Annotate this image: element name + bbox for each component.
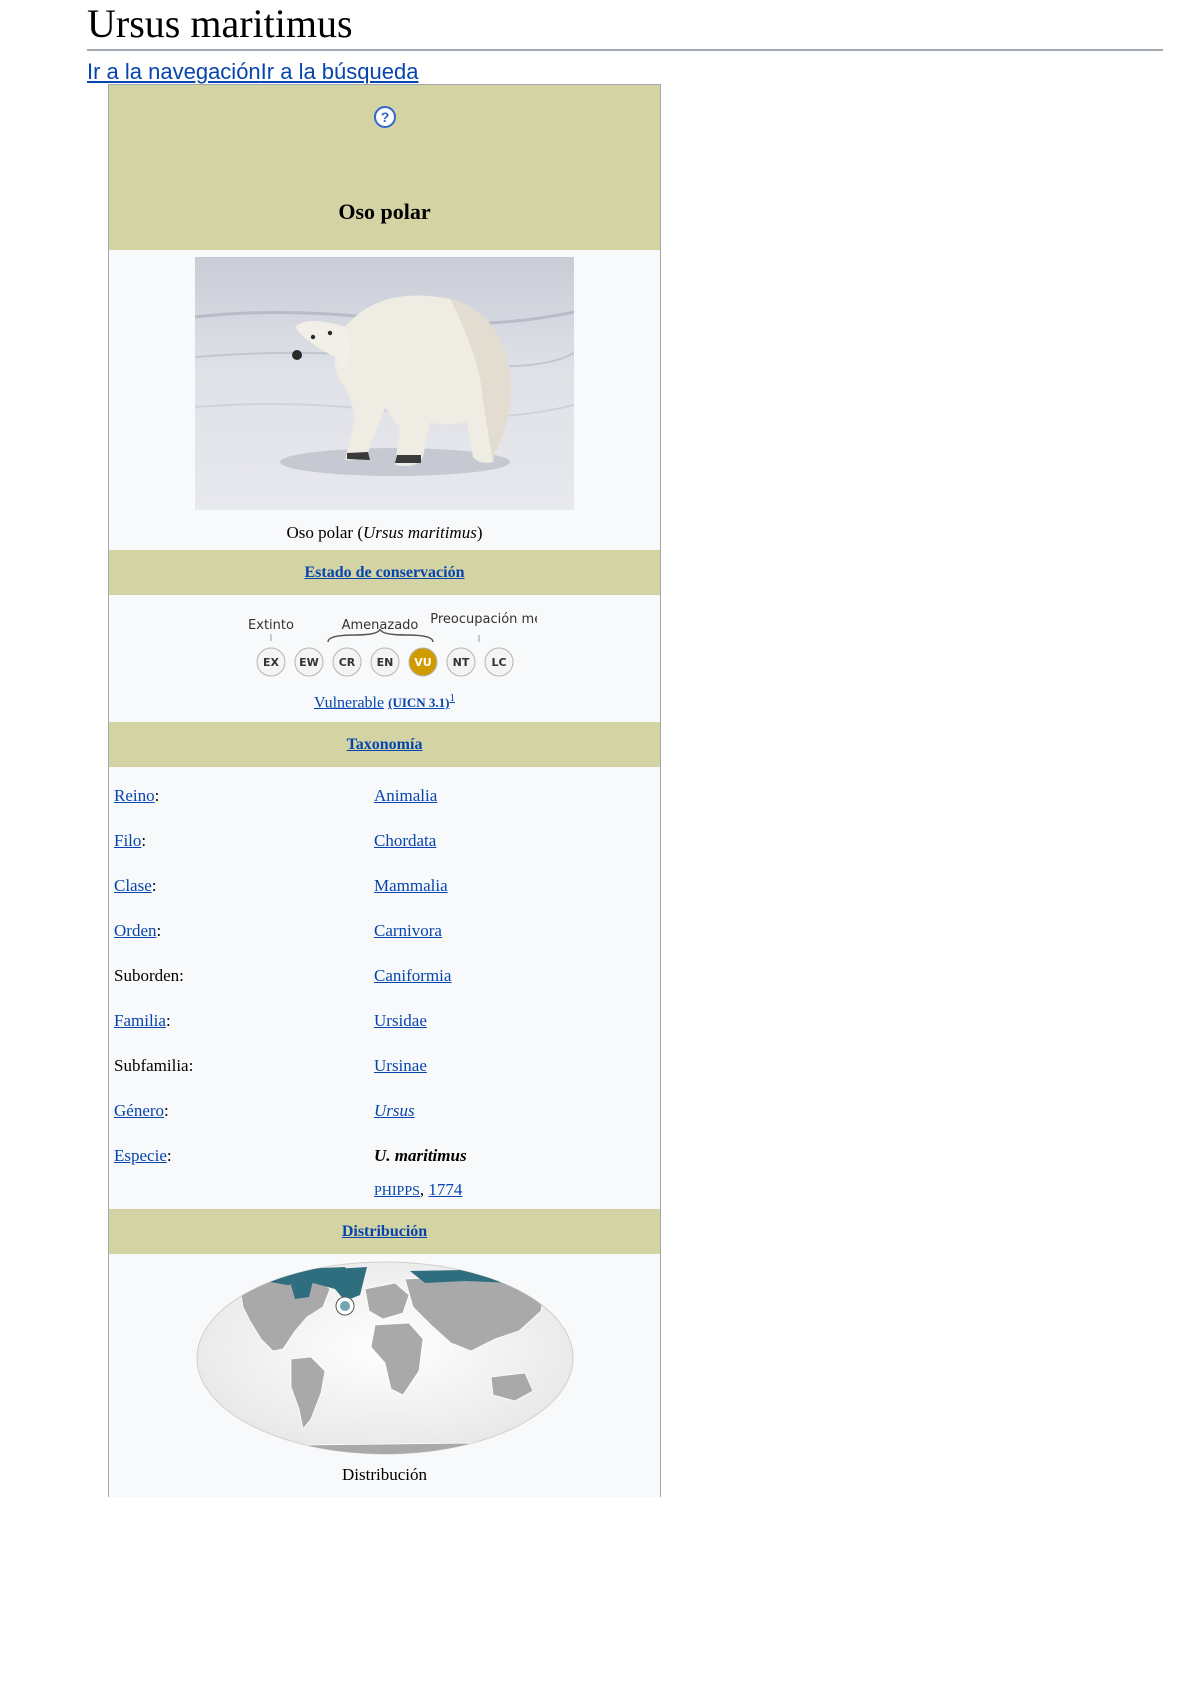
binomial-name: U. maritimus <box>374 1146 467 1165</box>
infobox-title-band: ? Oso polar <box>109 85 660 250</box>
taxonomy-row-especie: Especie: U. maritimus <box>114 1146 467 1165</box>
rank-clase-link[interactable]: Clase <box>114 876 152 895</box>
taxonomy-row-reino: Reino: Animalia <box>114 786 438 805</box>
taxonomy-row-subfamilia: Subfamilia: Ursinae <box>114 1056 427 1075</box>
skip-links: Ir a la navegaciónIr a la búsqueda <box>87 58 418 86</box>
rank-genero-link[interactable]: Género <box>114 1101 164 1120</box>
svg-text:EW: EW <box>299 656 319 669</box>
taxonomy-row-suborden: Suborden: Caniformia <box>114 966 452 985</box>
iucn-group-extinct: Extinto <box>248 618 294 633</box>
iucn-status-scale[interactable]: Extinto Amenazado Preocupación menor EX … <box>237 609 537 689</box>
skip-to-navigation-link[interactable]: Ir a la navegación <box>87 59 261 84</box>
svg-text:?: ? <box>381 109 390 125</box>
value-ursidae-link[interactable]: Ursidae <box>374 1011 427 1030</box>
value-animalia-link[interactable]: Animalia <box>374 786 437 805</box>
value-carnivora-link[interactable]: Carnivora <box>374 921 442 940</box>
svg-text:NT: NT <box>453 656 470 669</box>
map-caption: Distribución <box>342 1465 427 1484</box>
taxonomy-row-genero: Género: Ursus <box>114 1101 415 1120</box>
svg-text:LC: LC <box>491 656 506 669</box>
conservation-status-link[interactable]: Estado de conservación <box>305 564 465 581</box>
authority-phipps-link[interactable]: PHIPPS <box>374 1184 420 1199</box>
iucn-badge-cr: CR <box>332 647 362 677</box>
vulnerable-link[interactable]: Vulnerable <box>314 694 384 711</box>
svg-text:VU: VU <box>414 656 431 669</box>
svg-text:CR: CR <box>339 656 356 669</box>
rank-filo-link[interactable]: Filo <box>114 831 141 850</box>
value-caniformia-link[interactable]: Caniformia <box>374 966 451 985</box>
taxonomy-row-clase: Clase: Mammalia <box>114 876 448 895</box>
reference-1-link[interactable]: 1 <box>450 692 456 704</box>
iucn-badge-ew: EW <box>294 647 324 677</box>
rank-especie-link[interactable]: Especie <box>114 1146 167 1165</box>
taxonomy-row-filo: Filo: Chordata <box>114 831 437 850</box>
distribution-link[interactable]: Distribución <box>342 1223 427 1240</box>
iucn-status-line: Vulnerable (UICN 3.1)1 <box>109 692 660 712</box>
page-title: Ursus maritimus <box>87 1 353 46</box>
rank-reino-link[interactable]: Reino <box>114 786 155 805</box>
taxonomy-row-orden: Orden: Carnivora <box>114 921 442 940</box>
iucn-badge-vu: VU <box>408 647 438 677</box>
polar-bear-photo[interactable] <box>195 257 574 510</box>
taxonomy-row-familia: Familia: Ursidae <box>114 1011 427 1030</box>
help-icon[interactable]: ? <box>373 105 397 129</box>
value-chordata-link[interactable]: Chordata <box>374 831 436 850</box>
iucn-group-least-concern: Preocupación menor <box>430 612 537 627</box>
rank-suborden-label: Suborden <box>114 966 180 985</box>
svg-text:EX: EX <box>263 656 280 669</box>
iucn-version-link[interactable]: (UICN 3.1) <box>388 695 449 710</box>
iucn-badge-nt: NT <box>446 647 476 677</box>
authority-year-link[interactable]: 1774 <box>428 1180 462 1199</box>
taxonomy-header: Taxonomía <box>109 722 660 767</box>
svg-text:EN: EN <box>377 656 394 669</box>
distribution-header: Distribución <box>109 1209 660 1254</box>
iucn-badge-en: EN <box>370 647 400 677</box>
rank-familia-link[interactable]: Familia <box>114 1011 166 1030</box>
distribution-map[interactable] <box>195 1259 575 1457</box>
photo-caption: Oso polar (Ursus maritimus) <box>286 523 483 542</box>
skip-to-search-link[interactable]: Ir a la búsqueda <box>261 59 419 84</box>
iucn-badge-ex: EX <box>256 647 286 677</box>
value-ursus-link[interactable]: Ursus <box>374 1101 415 1120</box>
rank-orden-link[interactable]: Orden <box>114 921 156 940</box>
taxonomy-authority-row: PHIPPS, 1774 <box>109 1175 660 1205</box>
value-mammalia-link[interactable]: Mammalia <box>374 876 448 895</box>
conservation-header: Estado de conservación <box>109 550 660 595</box>
taxonomy-link[interactable]: Taxonomía <box>347 736 423 753</box>
title-divider <box>87 49 1163 51</box>
value-ursinae-link[interactable]: Ursinae <box>374 1056 427 1075</box>
species-infobox: ? Oso polar Oso polar (Ursus maritimus) … <box>108 84 661 1497</box>
rank-subfamilia-label: Subfamilia <box>114 1056 189 1075</box>
species-common-name: Oso polar <box>338 199 431 224</box>
iucn-badge-lc: LC <box>484 647 514 677</box>
